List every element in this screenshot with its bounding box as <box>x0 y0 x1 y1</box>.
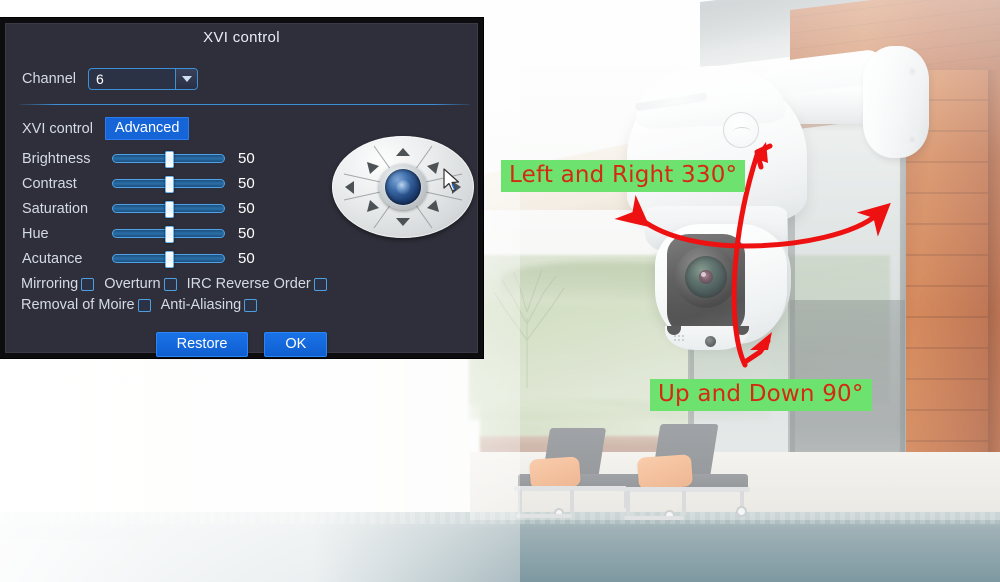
slider-label: Brightness <box>22 150 91 167</box>
divider <box>20 104 470 105</box>
overturn-checkbox[interactable] <box>163 277 177 291</box>
mode-row: XVI control Advanced <box>22 117 190 140</box>
chair-cushion <box>529 456 581 490</box>
pool-reflection <box>0 540 220 582</box>
checkbox-label: IRC Reverse Order <box>186 276 311 292</box>
lounge-chair <box>618 424 768 521</box>
slider-thumb <box>165 201 174 218</box>
mount-screw <box>909 66 916 77</box>
slider-thumb <box>165 226 174 243</box>
ok-button[interactable]: OK <box>264 332 328 357</box>
slider-label: Contrast <box>22 175 77 192</box>
microphone-icon <box>673 334 685 342</box>
slider-thumb <box>165 151 174 168</box>
slider-thumb <box>165 251 174 268</box>
ptz-joystick[interactable] <box>332 136 474 238</box>
anti-aliasing-option[interactable]: Anti-Aliasing <box>161 297 258 313</box>
slider-label: Acutance <box>22 250 83 267</box>
acutance-slider[interactable] <box>112 251 225 268</box>
checkbox-row: Mirroring Overturn IRC Reverse Order <box>21 276 481 292</box>
mirroring-option[interactable]: Mirroring <box>21 276 95 292</box>
ptz-up-left-arrow <box>367 162 379 174</box>
irc-reverse-order-checkbox[interactable] <box>313 277 327 291</box>
lens-icon <box>385 169 421 205</box>
slider-row: Saturation 50 <box>22 196 255 221</box>
options-checkboxes: Mirroring Overturn IRC Reverse Order Rem… <box>21 276 481 318</box>
dialog-title: XVI control <box>203 29 280 46</box>
mouse-cursor <box>443 168 460 192</box>
channel-select[interactable]: 6 <box>88 68 199 90</box>
ir-sensor-icon <box>705 336 716 347</box>
contrast-slider[interactable] <box>112 176 225 193</box>
ptz-down-arrow <box>396 218 410 226</box>
mirroring-checkbox[interactable] <box>81 277 95 291</box>
removal-of-moire-option[interactable]: Removal of Moire <box>21 297 151 313</box>
pan-range-label: Left and Right 330° <box>501 160 746 192</box>
ptz-up-arrow <box>396 148 410 156</box>
tilt-range-label: Up and Down 90° <box>650 379 872 411</box>
channel-label: Channel <box>22 71 77 87</box>
mode-label: XVI control <box>22 120 93 137</box>
removal-of-moire-checkbox[interactable] <box>137 298 151 312</box>
channel-value: 6 <box>96 71 104 87</box>
brightness-slider[interactable] <box>112 151 225 168</box>
slider-value: 50 <box>238 200 255 217</box>
checkbox-label: Removal of Moire <box>21 297 135 313</box>
dialog-buttons: Restore OK <box>6 332 477 357</box>
security-camera <box>605 38 929 368</box>
slider-value: 50 <box>238 150 255 167</box>
slider-label: Hue <box>22 225 49 242</box>
slider-label: Saturation <box>22 200 89 217</box>
mount-screw <box>909 134 916 145</box>
ptz-down-left-arrow <box>367 200 379 212</box>
checkbox-label: Mirroring <box>21 276 79 292</box>
chair-cushion <box>636 454 694 490</box>
slider-value: 50 <box>238 225 255 242</box>
slider-value: 50 <box>238 250 255 267</box>
ptz-up-right-arrow <box>427 162 439 174</box>
xvi-control-dialog: XVI control Channel 6 XVI control Advanc… <box>0 18 483 358</box>
checkbox-label: Overturn <box>104 276 161 292</box>
anti-aliasing-checkbox[interactable] <box>244 298 258 312</box>
slider-value: 50 <box>238 175 255 192</box>
restore-button[interactable]: Restore <box>155 332 249 357</box>
dome-logo-icon <box>723 112 759 148</box>
slider-row: Contrast 50 <box>22 171 255 196</box>
overturn-option[interactable]: Overturn <box>104 276 177 292</box>
image-settings-sliders: Brightness 50 Contrast 50 Saturation 50 … <box>22 146 255 271</box>
channel-row: Channel 6 <box>22 68 199 90</box>
saturation-slider[interactable] <box>112 201 225 218</box>
checkbox-row: Removal of Moire Anti-Aliasing <box>21 297 481 313</box>
pool-tile-band <box>0 512 1000 524</box>
irc-reverse-order-option[interactable]: IRC Reverse Order <box>187 276 327 292</box>
advanced-button[interactable]: Advanced <box>104 117 190 140</box>
bare-tree-icon <box>493 269 565 388</box>
slider-row: Brightness 50 <box>22 146 255 171</box>
slider-row: Hue 50 <box>22 221 255 246</box>
slider-row: Acutance 50 <box>22 246 255 271</box>
screenshot-root: Left and Right 330° Up and Down 90° XVI … <box>0 0 1000 582</box>
chevron-down-icon[interactable] <box>175 69 198 89</box>
ptz-left-arrow <box>345 181 354 194</box>
slider-thumb <box>165 176 174 193</box>
ptz-down-right-arrow <box>427 200 439 212</box>
hue-slider[interactable] <box>112 226 225 243</box>
checkbox-label: Anti-Aliasing <box>160 297 242 313</box>
